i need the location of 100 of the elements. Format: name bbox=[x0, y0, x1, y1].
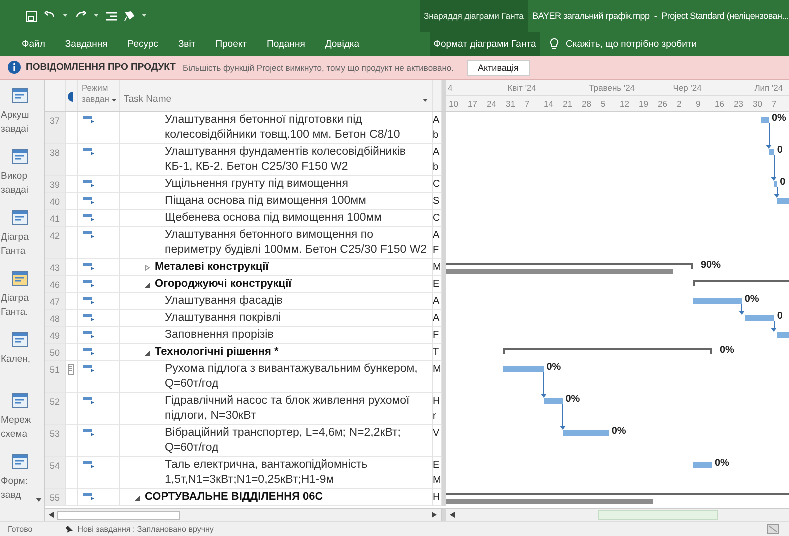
scroll-down-icon[interactable] bbox=[36, 497, 42, 503]
row-number: 43 bbox=[45, 259, 66, 276]
ribbon-tab[interactable]: Завдання bbox=[55, 32, 118, 56]
message-title: ПОВІДОМЛЕННЯ ПРО ПРОДУКТ bbox=[26, 62, 176, 73]
indicator-header-icon bbox=[68, 92, 73, 102]
ribbon-tab[interactable]: Файл bbox=[12, 32, 56, 56]
week-label: 12 bbox=[619, 98, 630, 109]
view-icon[interactable] bbox=[12, 332, 28, 347]
task-mode-icon bbox=[83, 461, 95, 469]
task-mode-icon bbox=[83, 180, 95, 188]
indent-icon[interactable] bbox=[106, 12, 117, 20]
task-name: Гідравлічний насос та блок живлення рухомої підлоги, N=30кВт bbox=[164, 394, 411, 424]
ribbon-tab[interactable]: Довідка bbox=[315, 32, 370, 56]
task-bar[interactable] bbox=[760, 117, 769, 123]
task-bar[interactable] bbox=[774, 181, 778, 187]
task-mode-icon bbox=[83, 197, 95, 205]
task-name: Таль електрична, вантажопідйомність 1,5т,N1=3кВт;N1=0,25кВт;H1-9м bbox=[164, 458, 369, 488]
scroll-right-icon[interactable] bbox=[432, 512, 437, 518]
view-label[interactable]: Кален, bbox=[0, 353, 31, 367]
expand-icon[interactable] bbox=[145, 265, 150, 271]
caret-icon[interactable] bbox=[94, 14, 99, 18]
view-label[interactable]: Діагра bbox=[0, 231, 29, 245]
status-text: Готово bbox=[8, 524, 33, 534]
row-number: 38 bbox=[45, 144, 66, 176]
scroll-thumb[interactable] bbox=[598, 510, 718, 520]
week-label: 7 bbox=[524, 98, 531, 109]
week-label: 10 bbox=[448, 98, 460, 109]
view-label[interactable]: завд bbox=[0, 489, 22, 503]
view-icon[interactable] bbox=[12, 149, 28, 164]
view-label[interactable]: завдаі bbox=[0, 123, 29, 137]
tell-me-field[interactable]: Скажіть, що потрібно зробити bbox=[566, 38, 698, 50]
view-label[interactable]: схема bbox=[0, 428, 28, 442]
dropdown-icon[interactable] bbox=[423, 99, 428, 102]
view-shortcut-icon[interactable] bbox=[767, 524, 779, 534]
task-name: Технологічні рішення * bbox=[154, 345, 279, 360]
pin-icon[interactable] bbox=[124, 10, 135, 22]
scroll-left-icon[interactable] bbox=[49, 512, 54, 518]
summary-bar[interactable] bbox=[503, 348, 712, 354]
scroll-left-icon[interactable] bbox=[450, 512, 455, 518]
customize-caret-icon[interactable] bbox=[142, 14, 147, 18]
view-label[interactable]: Ганта. bbox=[0, 306, 28, 320]
table-cell-text: r bbox=[433, 410, 438, 424]
table-cell-text: A bbox=[433, 295, 441, 309]
view-label[interactable]: Ганта bbox=[0, 245, 26, 259]
row-number: 41 bbox=[45, 210, 66, 227]
table-cell-text: A bbox=[433, 146, 441, 160]
activation-button[interactable]: Активація bbox=[467, 60, 530, 76]
task-name: Улаштування фасадів bbox=[164, 294, 283, 309]
ribbon-tab[interactable]: Проект bbox=[206, 32, 257, 56]
week-label: 17 bbox=[467, 98, 478, 109]
task-bar[interactable] bbox=[544, 398, 563, 404]
view-label[interactable]: Форм: bbox=[0, 475, 28, 489]
ribbon-tab[interactable]: Звіт bbox=[168, 32, 206, 56]
table-cell-text: b bbox=[433, 161, 440, 175]
week-label: 5 bbox=[600, 98, 607, 109]
task-name: СОРТУВАЛЬНЕ ВІДДІЛЕННЯ 06С bbox=[144, 490, 324, 505]
view-icon[interactable] bbox=[12, 393, 28, 408]
task-name: Улаштування покрівлі bbox=[164, 311, 282, 326]
table-cell-text: V bbox=[433, 427, 441, 441]
task-mode-icon bbox=[83, 297, 95, 305]
column-header[interactable]: Режим завдан bbox=[82, 83, 110, 105]
task-bar[interactable] bbox=[744, 315, 774, 321]
table-cell-text: A bbox=[433, 229, 441, 243]
week-label: 14 bbox=[543, 98, 554, 109]
view-label[interactable]: Аркуш bbox=[0, 109, 30, 123]
week-label: 30 bbox=[752, 98, 764, 109]
summary-bar[interactable] bbox=[693, 280, 789, 286]
dropdown-icon[interactable] bbox=[112, 99, 117, 102]
scroll-thumb[interactable] bbox=[57, 510, 180, 520]
view-icon[interactable] bbox=[12, 454, 28, 469]
week-label: 9 bbox=[695, 98, 702, 109]
week-label: 28 bbox=[581, 98, 592, 109]
collapse-icon[interactable] bbox=[145, 350, 150, 356]
view-icon[interactable] bbox=[12, 271, 28, 286]
view-icon[interactable] bbox=[12, 210, 28, 225]
row-number: 52 bbox=[45, 393, 66, 425]
row-number: 39 bbox=[45, 176, 66, 193]
table-cell-text: C bbox=[433, 178, 441, 192]
pin-icon bbox=[64, 524, 74, 534]
column-header[interactable]: Task Name bbox=[124, 94, 172, 105]
view-label[interactable]: Викор bbox=[0, 170, 28, 184]
lightbulb-icon bbox=[550, 38, 559, 50]
save-icon[interactable] bbox=[26, 10, 37, 22]
view-label[interactable]: завдаі bbox=[0, 184, 29, 198]
caret-icon[interactable] bbox=[63, 14, 68, 18]
row-number: 55 bbox=[45, 489, 66, 506]
view-label[interactable]: Мереж bbox=[0, 414, 32, 428]
task-mode-icon bbox=[83, 280, 95, 288]
status-text[interactable]: Нові завдання : Заплановано вручну bbox=[78, 524, 214, 534]
week-label: 19 bbox=[638, 98, 650, 109]
ribbon-tab[interactable]: Подання bbox=[256, 32, 316, 56]
view-icon[interactable] bbox=[12, 88, 28, 103]
collapse-icon[interactable] bbox=[145, 282, 150, 288]
task-name: Щебенева основа під вимощення 100мм bbox=[164, 211, 382, 226]
percent-label: 0% bbox=[720, 345, 734, 356]
collapse-icon[interactable] bbox=[135, 495, 140, 501]
view-label[interactable]: Діагра bbox=[0, 292, 29, 306]
week-label: 16 bbox=[714, 98, 726, 109]
ribbon-tab[interactable]: Ресурс bbox=[118, 32, 168, 56]
task-bar[interactable] bbox=[769, 149, 774, 155]
